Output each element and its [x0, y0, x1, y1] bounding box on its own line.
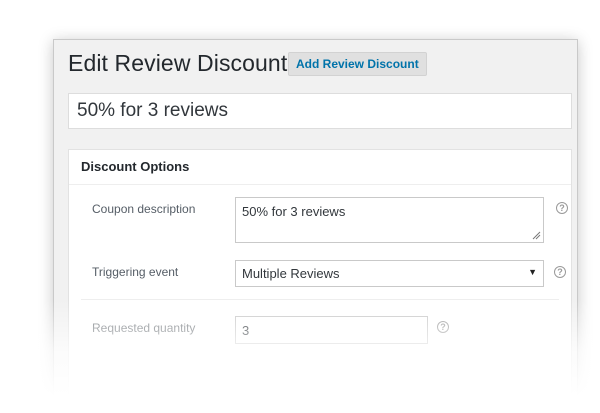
- coupon-description-textarea[interactable]: 50% for 3 reviews: [235, 197, 544, 243]
- discount-options-panel: Discount Options Coupon description 50% …: [68, 149, 572, 413]
- discount-options-header[interactable]: Discount Options: [69, 150, 571, 185]
- chevron-down-icon: ▼: [528, 267, 537, 277]
- triggering-event-label: Triggering event: [92, 265, 179, 279]
- options-divider: [81, 299, 559, 300]
- discount-title-input[interactable]: [68, 93, 572, 129]
- resize-grip-icon[interactable]: [531, 230, 541, 240]
- triggering-event-help-icon[interactable]: ?: [554, 266, 566, 278]
- triggering-event-selected-value: Multiple Reviews: [242, 266, 340, 281]
- add-review-discount-button[interactable]: Add Review Discount: [288, 52, 427, 76]
- page-title: Edit Review Discount: [68, 50, 288, 76]
- coupon-description-label: Coupon description: [92, 202, 196, 216]
- requested-quantity-help-icon[interactable]: ?: [437, 321, 449, 333]
- admin-window: Edit Review Discount Add Review Discount…: [53, 39, 578, 413]
- requested-quantity-label: Requested quantity: [92, 321, 196, 335]
- triggering-event-select[interactable]: Multiple Reviews ▼: [235, 260, 544, 287]
- coupon-description-help-icon[interactable]: ?: [556, 202, 568, 214]
- requested-quantity-input[interactable]: [235, 316, 428, 344]
